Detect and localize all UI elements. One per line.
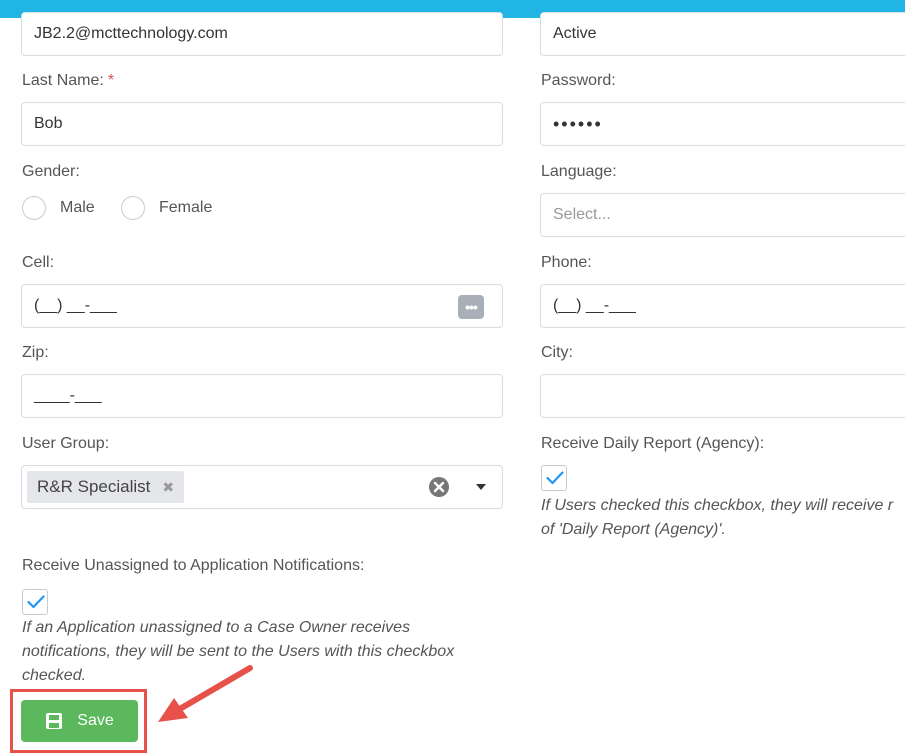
clear-icon[interactable] [428, 476, 450, 498]
email-field[interactable]: JB2.2@mcttechnology.com [21, 12, 503, 56]
city-input[interactable] [540, 374, 905, 418]
phone-value: (__) __-___ [553, 297, 636, 314]
phone-label: Phone: [541, 254, 592, 271]
daily-report-checkbox[interactable] [541, 465, 567, 491]
gender-male-label: Male [60, 199, 95, 216]
tag-remove-icon[interactable]: ✖ [162, 479, 174, 496]
password-input[interactable]: •••••• [540, 102, 905, 146]
save-button[interactable]: Save [21, 700, 138, 742]
cell-value: (__) __-___ [34, 297, 117, 314]
user-group-tag-label: R&R Specialist [37, 477, 151, 496]
password-label: Password: [541, 72, 616, 89]
zip-value: ____-___ [34, 387, 102, 404]
radio-circle[interactable] [121, 196, 145, 220]
gender-label: Gender: [22, 163, 80, 180]
email-value: JB2.2@mcttechnology.com [34, 25, 228, 42]
cell-label: Cell: [22, 254, 55, 271]
checkmark-icon [546, 471, 564, 485]
radio-circle[interactable] [22, 196, 46, 220]
phone-input[interactable]: (__) __-___ [540, 284, 905, 328]
zip-input[interactable]: ____-___ [21, 374, 503, 418]
ellipsis-icon[interactable]: ••• [458, 295, 484, 319]
save-icon [46, 713, 63, 729]
status-field[interactable]: Active [540, 12, 905, 56]
checkmark-icon [27, 595, 45, 609]
city-label: City: [541, 344, 573, 361]
status-value: Active [553, 25, 597, 42]
save-label: Save [77, 712, 114, 729]
language-label: Language: [541, 163, 617, 180]
last-name-label: Last Name: * [22, 72, 115, 89]
last-name-value: Bob [34, 115, 63, 132]
gender-female-radio[interactable]: Female [121, 196, 212, 220]
password-value: •••••• [553, 113, 603, 134]
last-name-input[interactable]: Bob [21, 102, 503, 146]
arrow-annotation-icon [158, 665, 253, 722]
gender-male-radio[interactable]: Male [22, 196, 95, 220]
required-mark: * [107, 72, 115, 89]
language-placeholder: Select... [553, 206, 611, 223]
daily-report-note: If Users checked this checkbox, they wil… [541, 497, 894, 538]
unassigned-label: Receive Unassigned to Application Notifi… [22, 557, 365, 574]
unassigned-checkbox[interactable] [22, 589, 48, 615]
gender-female-label: Female [159, 199, 213, 216]
user-group-select[interactable]: R&R Specialist ✖ [21, 465, 503, 509]
zip-label: Zip: [22, 344, 49, 361]
chevron-down-icon[interactable] [476, 484, 486, 490]
cell-input[interactable]: (__) __-___ ••• [21, 284, 503, 328]
user-group-label: User Group: [22, 435, 110, 452]
language-select[interactable]: Select... [540, 193, 905, 237]
daily-report-label: Receive Daily Report (Agency): [541, 435, 765, 452]
user-group-tag: R&R Specialist ✖ [27, 471, 185, 503]
